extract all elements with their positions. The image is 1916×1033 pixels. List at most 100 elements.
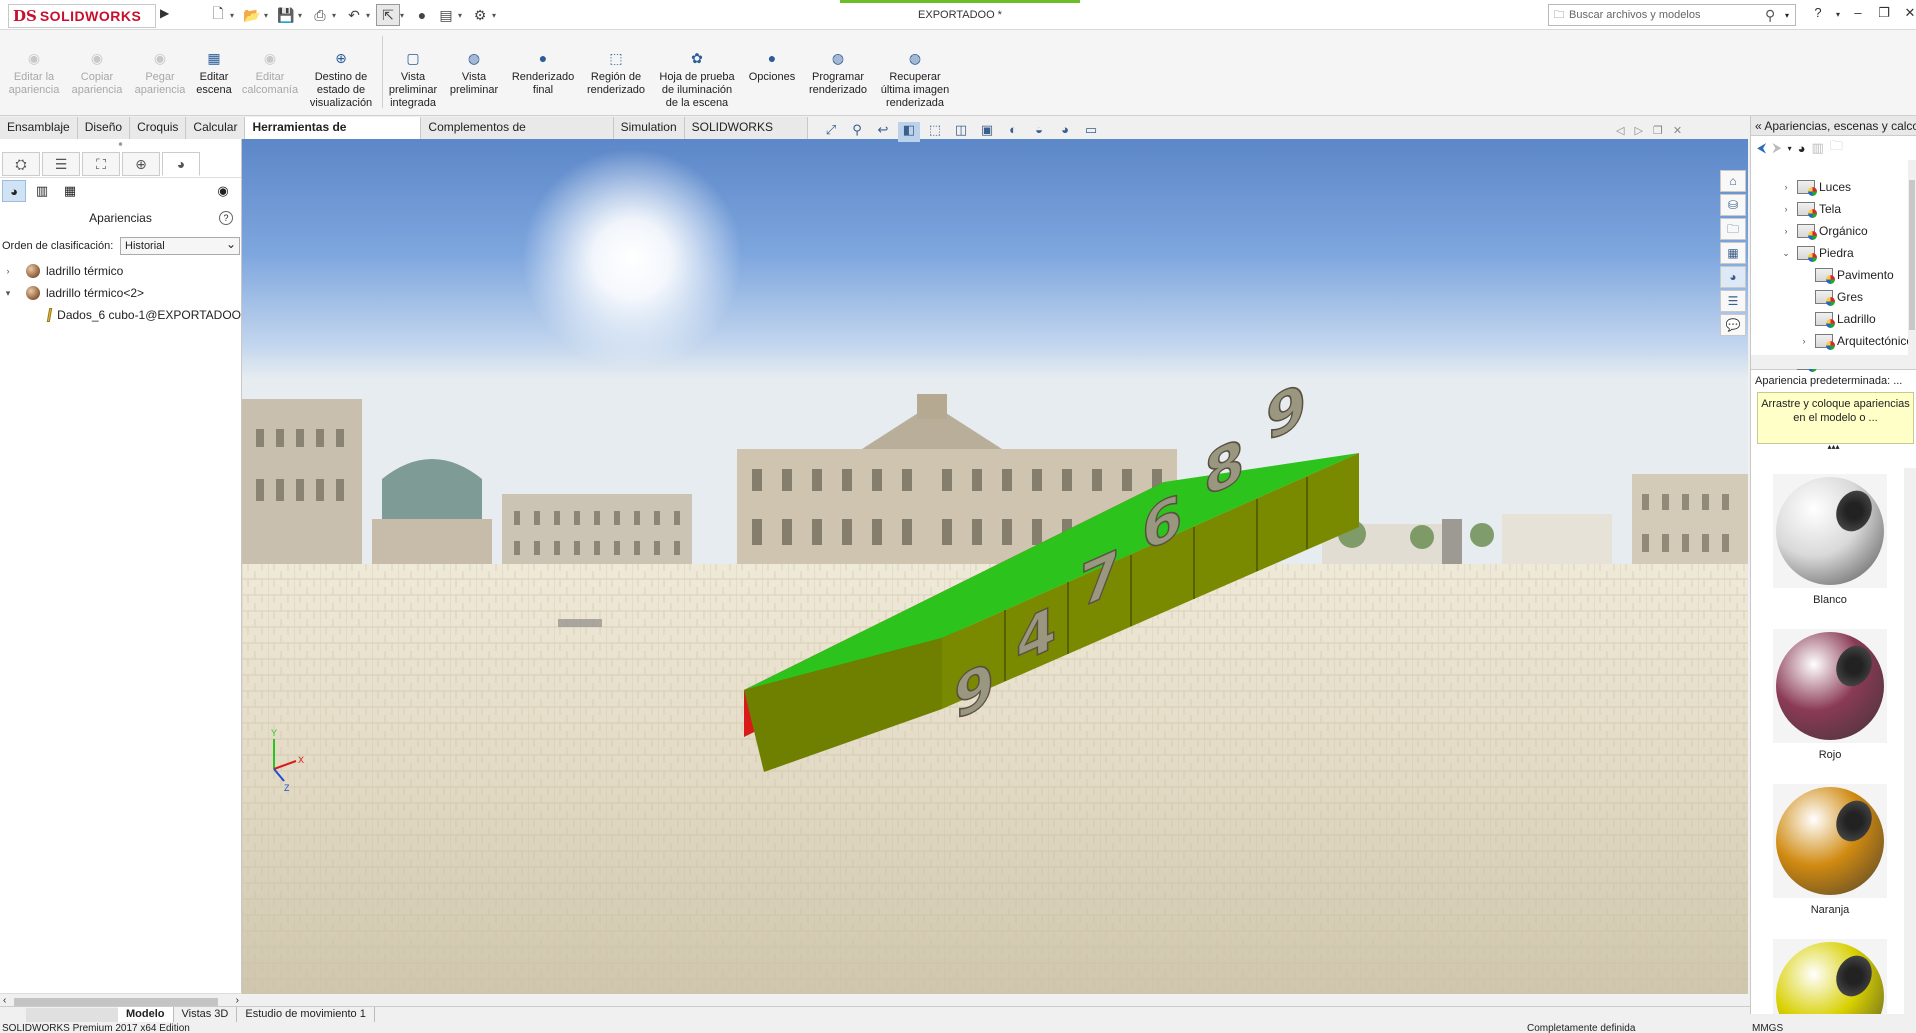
file-explorer-tab-icon[interactable]: 🗀	[1720, 218, 1746, 240]
zoom-to-area-icon[interactable]: ⚲	[846, 122, 868, 142]
cmd-región-de-renderizado-button[interactable]: ⬚ Región de renderizado	[576, 48, 656, 97]
gallery-scrollbar[interactable]	[1904, 468, 1916, 1014]
tab-solidworks-mbd[interactable]: SOLIDWORKS MBD	[685, 117, 808, 155]
tab-diseño[interactable]: Diseño	[78, 117, 131, 139]
tab-ensamblaje[interactable]: Ensamblaje	[0, 117, 78, 139]
tab-croquis[interactable]: Croquis	[130, 117, 187, 139]
appearances-library-icon[interactable]: ◕	[1798, 141, 1806, 156]
expand-icon[interactable]: ›	[1779, 204, 1793, 214]
bottom-tab-vistas-3d[interactable]: Vistas 3D	[174, 1006, 238, 1023]
bottom-tab-estudio-de-movimiento-1[interactable]: Estudio de movimiento 1	[237, 1006, 375, 1023]
expand-icon[interactable]: ›	[0, 266, 16, 276]
undo-caret-icon[interactable]: ▾	[366, 11, 376, 20]
search-files-box[interactable]: 🗀 Buscar archivos y modelos ⚲ ▾	[1548, 4, 1796, 26]
library-folder[interactable]: › Tela	[1751, 198, 1916, 220]
tree-item[interactable]: ▾ ladrillo térmico<2>	[0, 282, 241, 304]
print-caret-icon[interactable]: ▾	[332, 11, 342, 20]
splitter-grip[interactable]: ▴▴▴	[1751, 443, 1916, 451]
tab-simulation[interactable]: Simulation	[614, 117, 685, 139]
section-view-icon[interactable]: ◧	[898, 122, 920, 142]
open-caret-icon[interactable]: ▾	[264, 11, 274, 20]
view-orientation-icon[interactable]: ◫	[950, 122, 972, 142]
open-folder-icon[interactable]: 📂	[240, 4, 264, 26]
library-folder[interactable]: › Orgánico	[1751, 220, 1916, 242]
cmd-renderizado-final-button[interactable]: ● Renderizado final	[503, 48, 583, 97]
options-gear-icon[interactable]: ⚙	[468, 4, 492, 26]
collapse-pane-icon[interactable]: «	[1755, 119, 1762, 133]
configuration-manager-tab-icon[interactable]: ⛶	[82, 152, 120, 176]
save-icon[interactable]: 💾	[274, 4, 298, 26]
viewport-next-icon[interactable]: ▷	[1634, 124, 1642, 137]
library-folder[interactable]: Ladrillo	[1751, 308, 1916, 330]
solidworks-resources-tab-icon[interactable]: ⌂	[1720, 170, 1746, 192]
sort-order-select[interactable]: Historial	[120, 236, 240, 255]
restore-icon[interactable]: ❐	[1872, 5, 1896, 25]
cmd-editar-calcomanía-button[interactable]: ◉ Editar calcomanía	[230, 48, 310, 97]
property-manager-tab-icon[interactable]: ☰	[42, 152, 80, 176]
view-settings-icon[interactable]: ▭	[1080, 122, 1102, 142]
scroll-left-icon[interactable]: ‹	[3, 995, 6, 1006]
tab-calcular[interactable]: Calcular	[186, 117, 246, 139]
save-caret-icon[interactable]: ▾	[298, 11, 308, 20]
appearances-subtab-icon[interactable]: ◕	[2, 180, 26, 202]
options-caret-icon[interactable]: ▾	[492, 11, 502, 20]
graphics-area[interactable]: 947689 Y X Z	[242, 139, 1748, 994]
scene-lights-cameras-subtab-icon[interactable]: ▦	[58, 180, 82, 202]
new-document-icon[interactable]: 🗋	[206, 4, 230, 26]
view-palette-tab-icon[interactable]: ▦	[1720, 242, 1746, 264]
forward-arrow-icon[interactable]: ⮞	[1772, 140, 1781, 156]
expand-icon[interactable]: ›	[1779, 182, 1793, 192]
hide-show-items-icon[interactable]: ◐	[1002, 122, 1024, 142]
expand-icon[interactable]: ›	[1779, 226, 1793, 236]
dynamic-annotation-icon[interactable]: ⬚	[924, 122, 946, 142]
appearance-swatch[interactable]: Amarillo	[1773, 939, 1887, 1014]
help-button[interactable]: ?	[1806, 5, 1830, 25]
traffic-light-rebuild-icon[interactable]: ●	[410, 4, 434, 26]
cmd-vista-preliminar-button[interactable]: ◍ Vista preliminar	[434, 48, 514, 97]
scroll-thumb[interactable]	[14, 998, 218, 1006]
units-indicator[interactable]: MMGS	[1752, 1023, 1783, 1033]
expand-icon[interactable]: ›	[1797, 336, 1811, 346]
library-folder[interactable]: › Arquitectónico	[1751, 330, 1916, 352]
library-folder[interactable]: › Luces	[1751, 176, 1916, 198]
cmd-hoja-de-prueba-de-iluminación-de-la-escena-button[interactable]: ✿ Hoja de prueba de iluminación de la escen…	[657, 48, 737, 110]
viewport-restore-icon[interactable]: ❐	[1653, 124, 1663, 137]
collapse-icon[interactable]: ⌄	[1779, 248, 1793, 259]
back-arrow-icon[interactable]: ⮜	[1757, 140, 1766, 156]
search-icon[interactable]: ⚲	[1765, 7, 1785, 24]
add-folder-icon[interactable]: 🗀	[1830, 137, 1843, 159]
panel-grip[interactable]: ⦁	[0, 139, 241, 152]
viewport-prev-icon[interactable]: ◁	[1616, 124, 1624, 137]
tab-complementos-de-solidworks[interactable]: Complementos de SOLIDWORKS	[421, 117, 614, 155]
cmd-recuperar-última-imagen-renderizada-button[interactable]: ◍ Recuperar última imagen renderizada	[875, 48, 955, 110]
decals-subtab-icon[interactable]: ▥	[30, 180, 54, 202]
undo-icon[interactable]: ↶	[342, 4, 366, 26]
dimxpert-manager-tab-icon[interactable]: ⊕	[122, 152, 160, 176]
previous-view-icon[interactable]: ↩	[872, 122, 894, 142]
appearance-swatch[interactable]: Naranja	[1773, 784, 1887, 916]
appearance-swatch[interactable]: Blanco	[1773, 474, 1887, 606]
delete-icon[interactable]: ▥	[1812, 140, 1824, 156]
help-caret-icon[interactable]: ▾	[1832, 5, 1844, 25]
history-caret-icon[interactable]: ▾	[1788, 144, 1792, 153]
custom-properties-tab-icon[interactable]: ☰	[1720, 290, 1746, 312]
tab-scroll-buttons[interactable]	[26, 1007, 118, 1022]
library-folder[interactable]: Gres	[1751, 286, 1916, 308]
new-caret-icon[interactable]: ▾	[230, 11, 240, 20]
library-horizontal-scrollbar[interactable]	[1751, 355, 1916, 369]
menu-expand-arrow-icon[interactable]: ▶	[160, 6, 172, 24]
library-folder[interactable]: Pavimento	[1751, 264, 1916, 286]
tree-item[interactable]: › ladrillo térmico	[0, 260, 241, 282]
tab-herramientas-de-renderizado[interactable]: Herramientas de renderizado	[245, 117, 422, 155]
viewport-scrollbar[interactable]	[242, 994, 1748, 1006]
search-input[interactable]: Buscar archivos y modelos	[1569, 9, 1765, 21]
forum-tab-icon[interactable]: 💬	[1720, 314, 1746, 336]
viewport-close-icon[interactable]: ✕	[1673, 124, 1682, 137]
display-style-icon[interactable]: ▣	[976, 122, 998, 142]
print-icon[interactable]: ⎙	[308, 4, 332, 26]
tree-item[interactable]: Dados_6 cubo-1@EXPORTADOO	[0, 304, 241, 326]
select-pointer-icon[interactable]: ⇱	[376, 4, 400, 26]
display-manager-tab-icon[interactable]: ◕	[162, 152, 200, 176]
open-appearance-library-icon[interactable]: ◉	[211, 180, 235, 202]
design-library-tab-icon[interactable]: ⛁	[1720, 194, 1746, 216]
